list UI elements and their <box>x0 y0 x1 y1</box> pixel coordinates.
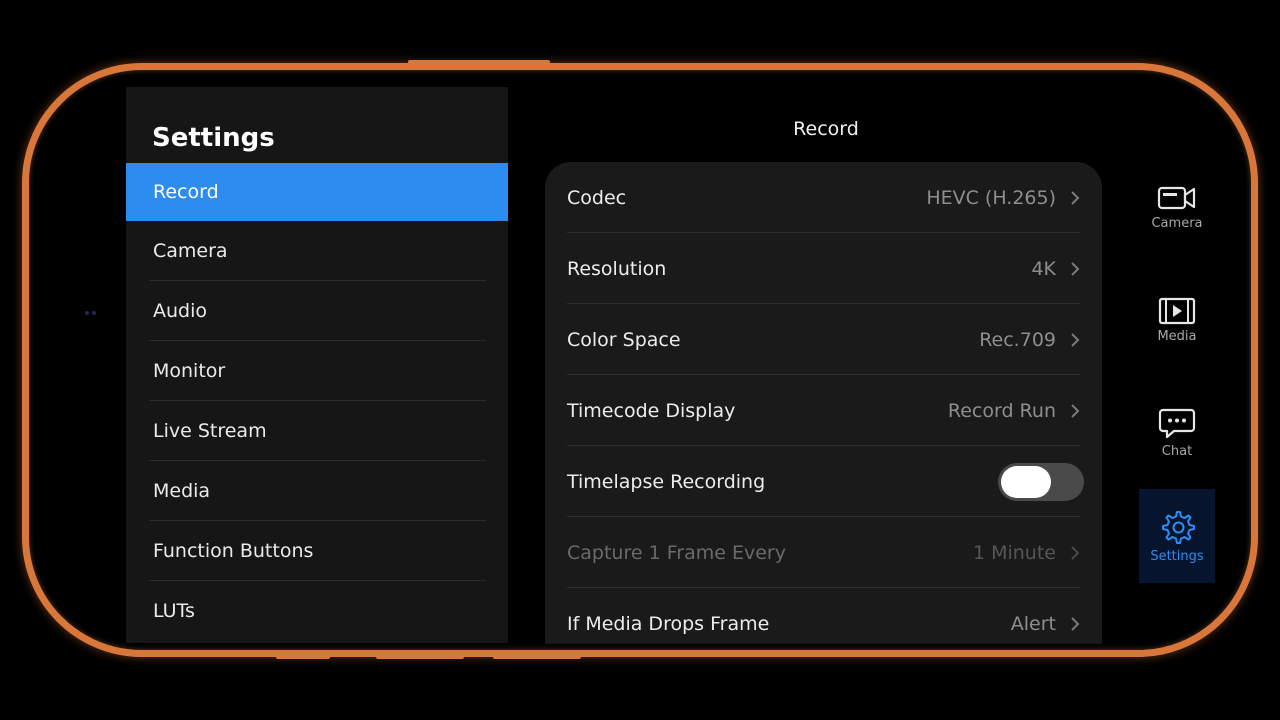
sidebar-item-label: Media <box>153 480 211 502</box>
sidebar-item-camera[interactable]: Camera <box>126 221 508 281</box>
tab-label: Chat <box>1161 443 1193 459</box>
tab-label: Settings <box>1150 548 1204 564</box>
app-screen: Settings Record Camera Audio Monitor Liv… <box>29 70 1251 650</box>
media-drops-frame-row[interactable]: If Media Drops Frame Alert <box>545 588 1102 644</box>
sidebar-item-record[interactable]: Record <box>126 163 508 221</box>
row-value: 4K <box>1031 257 1056 280</box>
sidebar-title: Settings <box>152 123 275 153</box>
sidebar-item-live-stream[interactable]: Live Stream <box>126 401 508 461</box>
sidebar-item-label: LUTs <box>153 600 195 622</box>
row-label: Timelapse Recording <box>567 470 766 493</box>
chevron-right-icon <box>1071 332 1080 347</box>
sidebar-item-label: Live Stream <box>153 420 267 442</box>
row-label: Capture 1 Frame Every <box>567 541 786 564</box>
sidebar-item-audio[interactable]: Audio <box>126 281 508 341</box>
tab-camera[interactable]: Camera <box>1139 160 1215 254</box>
tab-chat[interactable]: Chat <box>1139 386 1215 480</box>
tab-label: Media <box>1157 328 1197 344</box>
row-value: Record Run <box>947 399 1056 422</box>
row-label: Codec <box>567 186 627 209</box>
row-value: 1 Minute <box>972 541 1056 564</box>
video-camera-icon <box>1157 186 1196 209</box>
film-play-icon <box>1158 297 1196 324</box>
record-settings-panel: Codec HEVC (H.265) Resolution 4K Color S… <box>545 162 1102 644</box>
volume-button <box>408 60 550 64</box>
timelapse-toggle[interactable] <box>998 462 1084 501</box>
timecode-display-row[interactable]: Timecode Display Record Run <box>545 375 1102 446</box>
chevron-right-icon <box>1071 616 1080 631</box>
resolution-row[interactable]: Resolution 4K <box>545 233 1102 304</box>
row-label: Timecode Display <box>567 399 736 422</box>
settings-category-list: Record Camera Audio Monitor Live Stream … <box>126 163 508 641</box>
chevron-right-icon <box>1071 545 1080 560</box>
codec-row[interactable]: Codec HEVC (H.265) <box>545 162 1102 233</box>
settings-sidebar: Settings Record Camera Audio Monitor Liv… <box>126 87 508 643</box>
sidebar-item-luts[interactable]: LUTs <box>126 581 508 641</box>
tab-settings[interactable]: Settings <box>1139 489 1215 583</box>
side-button <box>276 655 330 659</box>
color-space-row[interactable]: Color Space Rec.709 <box>545 304 1102 375</box>
chevron-right-icon <box>1071 190 1080 205</box>
capture-frame-interval-row: Capture 1 Frame Every 1 Minute <box>545 517 1102 588</box>
sidebar-item-function-buttons[interactable]: Function Buttons <box>126 521 508 581</box>
sidebar-item-label: Monitor <box>153 360 226 382</box>
side-button <box>493 655 581 659</box>
gear-icon <box>1162 510 1195 544</box>
row-value: HEVC (H.265) <box>926 186 1056 209</box>
timelapse-recording-row: Timelapse Recording <box>545 446 1102 517</box>
sidebar-item-monitor[interactable]: Monitor <box>126 341 508 401</box>
chat-bubble-icon <box>1158 408 1196 438</box>
tab-label: Camera <box>1151 215 1203 231</box>
row-label: Color Space <box>567 328 681 351</box>
device-frame: Settings Record Camera Audio Monitor Liv… <box>22 63 1258 657</box>
chevron-right-icon <box>1071 261 1080 276</box>
front-camera <box>85 300 99 315</box>
toggle-knob <box>1001 465 1051 498</box>
sidebar-item-label: Audio <box>153 300 208 322</box>
sidebar-item-label: Record <box>153 181 219 203</box>
sidebar-item-label: Function Buttons <box>153 540 314 562</box>
row-label: Resolution <box>567 257 667 280</box>
row-value: Alert <box>1010 612 1056 635</box>
sidebar-item-label: Camera <box>153 240 228 262</box>
side-button <box>376 655 464 659</box>
tab-media[interactable]: Media <box>1139 273 1215 367</box>
row-value: Rec.709 <box>979 328 1056 351</box>
sidebar-item-media[interactable]: Media <box>126 461 508 521</box>
page-title: Record <box>793 118 859 140</box>
chevron-right-icon <box>1071 403 1080 418</box>
row-label: If Media Drops Frame <box>567 612 770 635</box>
